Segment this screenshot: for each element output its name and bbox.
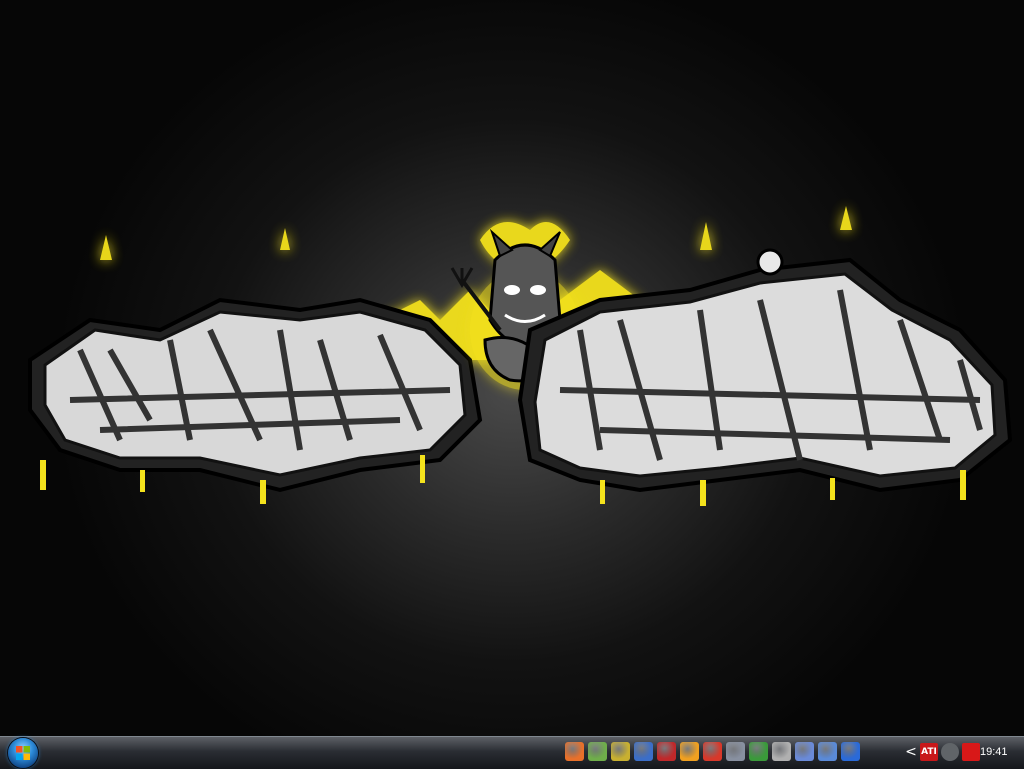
quick-launch-bar xyxy=(565,742,860,762)
orange-app-icon[interactable] xyxy=(680,742,699,761)
graffiti-wallpaper xyxy=(28,206,1013,506)
red-app-icon[interactable] xyxy=(703,742,722,761)
winamp-icon[interactable] xyxy=(611,742,630,761)
recycle-bin-icon[interactable] xyxy=(588,742,607,761)
filezilla-icon[interactable] xyxy=(657,742,676,761)
firefox-icon[interactable] xyxy=(565,742,584,761)
show-hidden-icons-chevron-icon[interactable]: < xyxy=(905,744,917,760)
graffiti-left-piece xyxy=(28,297,483,504)
globe-icon[interactable] xyxy=(795,742,814,761)
system-tray: < ATI xyxy=(905,741,980,763)
window-app-icon[interactable] xyxy=(726,742,745,761)
start-button[interactable] xyxy=(8,738,38,768)
media-player-icon[interactable] xyxy=(841,742,860,761)
taskbar xyxy=(0,736,1024,769)
windows-logo-icon xyxy=(16,746,30,760)
flower-app-icon[interactable] xyxy=(749,742,768,761)
itunes-icon[interactable] xyxy=(634,742,653,761)
clock[interactable]: 19:41 xyxy=(980,746,1008,758)
gear-icon[interactable] xyxy=(772,742,791,761)
antivirus-icon[interactable] xyxy=(962,743,980,761)
file-icon[interactable] xyxy=(818,742,837,761)
ati-icon[interactable]: ATI xyxy=(920,743,938,761)
network-icon[interactable] xyxy=(941,743,959,761)
